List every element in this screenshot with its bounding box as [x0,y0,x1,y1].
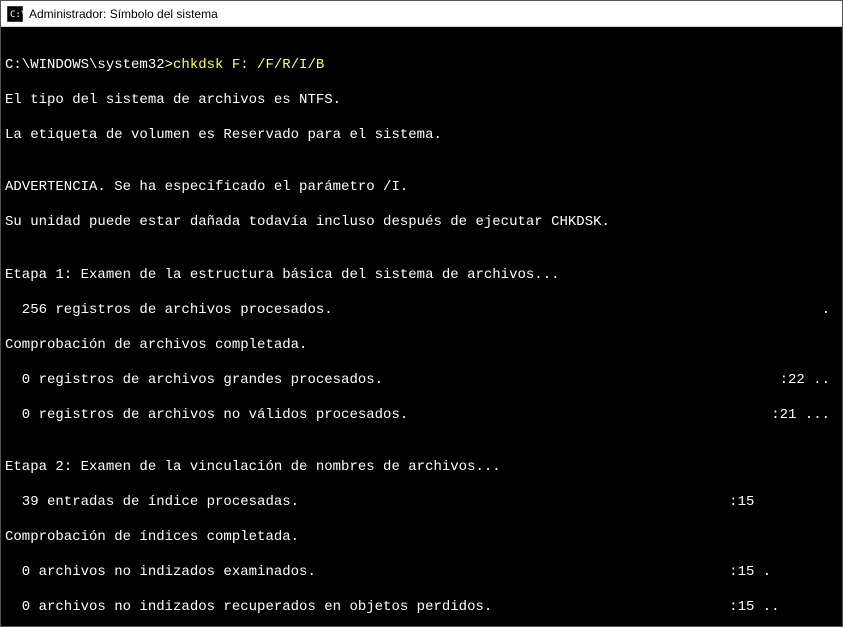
output-line: 0 registros de archivos grandes procesad… [5,372,838,390]
prompt-path: C:\WINDOWS\system32> [5,57,173,73]
terminal-output[interactable]: C:\WINDOWS\system32>chkdsk F: /F/R/I/B E… [1,27,842,626]
prompt-line: C:\WINDOWS\system32>chkdsk F: /F/R/I/B [5,57,838,75]
output-line: El tipo del sistema de archivos es NTFS. [5,92,838,110]
svg-text:C:\: C:\ [10,10,23,20]
titlebar[interactable]: C:\ Administrador: Símbolo del sistema [1,1,842,27]
command-text: chkdsk F: /F/R/I/B [173,57,324,73]
output-line: 0 archivos no indizados examinados.:15 . [5,564,838,582]
output-line: Su unidad puede estar dañada todavía inc… [5,214,838,232]
output-line: 0 registros de archivos no válidos proce… [5,407,838,425]
output-line: 39 entradas de índice procesadas.:15 [5,494,838,512]
output-line: La etiqueta de volumen es Reservado para… [5,127,838,145]
output-line: 0 archivos no indizados recuperados en o… [5,599,838,617]
output-line: Comprobación de archivos completada. [5,337,838,355]
output-line: Etapa 2: Examen de la vinculación de nom… [5,459,838,477]
cmd-window: C:\ Administrador: Símbolo del sistema C… [0,0,843,627]
output-line: Comprobación de índices completada. [5,529,838,547]
cmd-icon: C:\ [7,6,23,22]
output-line: 256 registros de archivos procesados.. [5,302,838,320]
window-title: Administrador: Símbolo del sistema [29,7,218,21]
output-line: ADVERTENCIA. Se ha especificado el parám… [5,179,838,197]
output-line: Etapa 1: Examen de la estructura básica … [5,267,838,285]
